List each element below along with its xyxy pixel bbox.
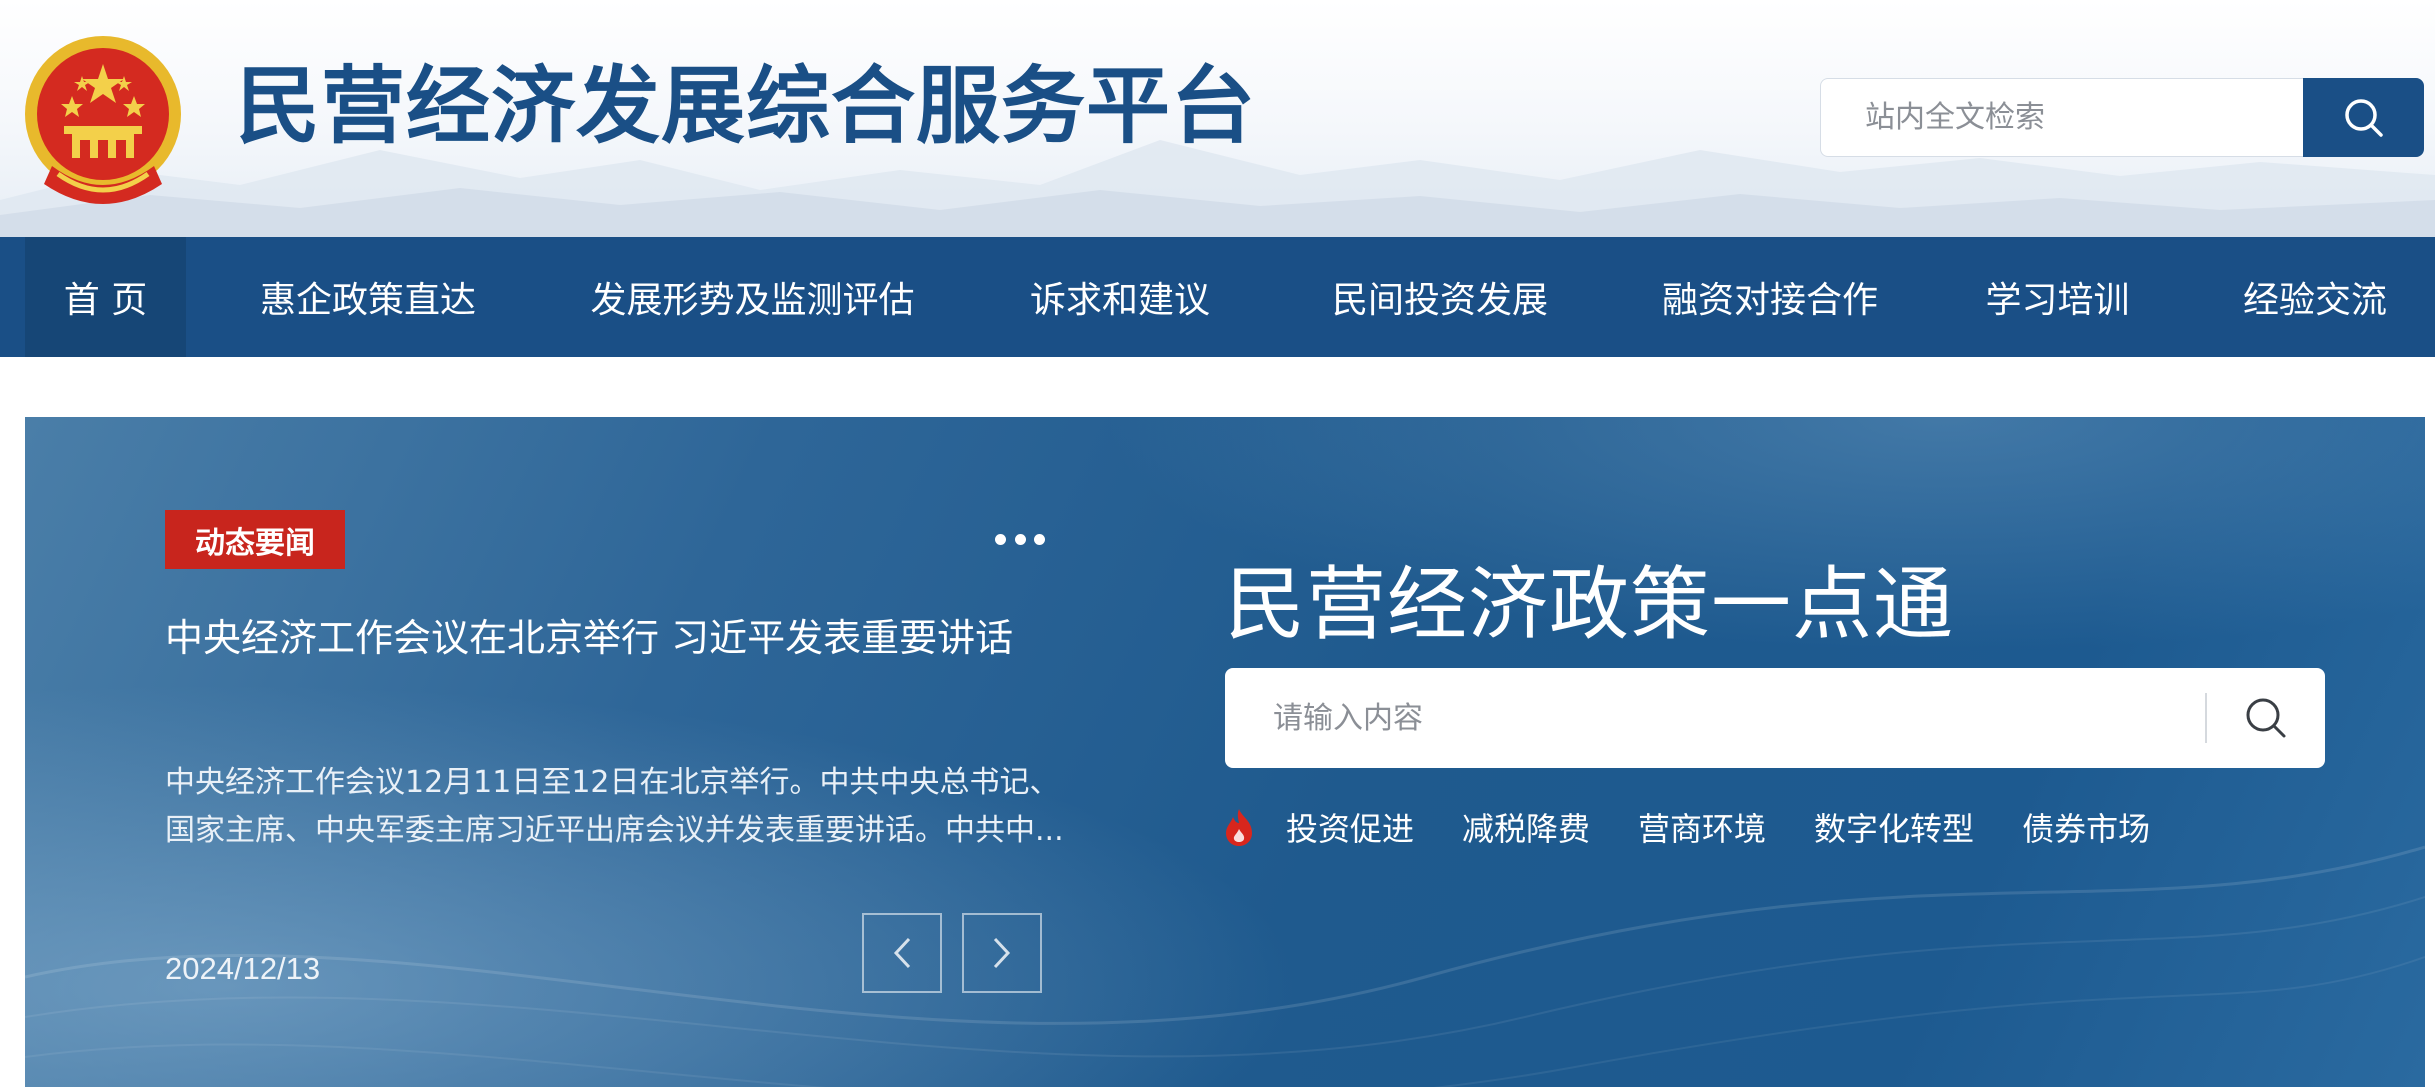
- search-icon: [2344, 98, 2383, 137]
- policy-search: [1225, 668, 2325, 768]
- nav-item-home[interactable]: 首 页: [25, 237, 186, 357]
- hot-tag[interactable]: 数字化转型: [1814, 804, 1974, 850]
- dot-icon: [995, 533, 1006, 545]
- dot-icon: [1034, 533, 1045, 545]
- next-news-button[interactable]: [962, 913, 1042, 993]
- dot-icon: [1014, 533, 1026, 545]
- hot-tag[interactable]: 营商环境: [1638, 804, 1766, 850]
- hot-tag[interactable]: 减税降费: [1462, 804, 1590, 850]
- nav-item-financing[interactable]: 融资对接合作: [1645, 237, 1895, 357]
- policy-section-title: 民营经济政策一点通: [1225, 558, 1954, 651]
- site-search-button[interactable]: [2303, 78, 2424, 157]
- news-headline[interactable]: 中央经济工作会议在北京举行 习近平发表重要讲话: [165, 610, 1055, 666]
- nav-item-trends[interactable]: 发展形势及监测评估: [580, 237, 925, 357]
- news-summary: 中央经济工作会议12月11日至12日在北京举行。中共中央总书记、国家主席、中央军…: [165, 765, 1064, 848]
- site-search: [1820, 78, 2424, 157]
- nav-item-investment[interactable]: 民间投资发展: [1315, 237, 1565, 357]
- hot-tag[interactable]: 投资促进: [1286, 804, 1414, 850]
- nav-item-policy[interactable]: 惠企政策直达: [243, 237, 493, 357]
- search-icon: [2246, 698, 2286, 738]
- hot-tag[interactable]: 债券市场: [2022, 804, 2150, 850]
- site-header: 民营经济发展综合服务平台: [0, 0, 2435, 237]
- national-emblem-icon: [25, 36, 181, 204]
- site-title: 民营经济发展综合服务平台: [236, 57, 1257, 155]
- hero-banner: 动态要闻 中央经济工作会议在北京举行 习近平发表重要讲话 中央经济工作会议12月…: [25, 417, 2425, 1087]
- news-date: 2024/12/13: [165, 951, 321, 986]
- chevron-right-icon: [993, 937, 1011, 969]
- policy-search-button[interactable]: [2207, 668, 2325, 768]
- nav-item-exchange[interactable]: 经验交流: [2230, 237, 2400, 357]
- site-search-input[interactable]: [1820, 78, 2303, 157]
- hot-tags: 投资促进 减税降费 营商环境 数字化转型 债券市场: [1222, 797, 2198, 857]
- more-news-icon[interactable]: [995, 529, 1045, 549]
- previous-news-button[interactable]: [862, 913, 942, 993]
- main-nav: 首 页 惠企政策直达 发展形势及监测评估 诉求和建议 民间投资发展 融资对接合作…: [0, 237, 2435, 357]
- nav-item-appeals[interactable]: 诉求和建议: [1010, 237, 1230, 357]
- nav-item-training[interactable]: 学习培训: [1975, 237, 2140, 357]
- fire-icon: [1226, 809, 1252, 846]
- policy-search-input[interactable]: [1225, 668, 2205, 768]
- news-category-badge: 动态要闻: [165, 510, 345, 569]
- chevron-left-icon: [893, 937, 911, 969]
